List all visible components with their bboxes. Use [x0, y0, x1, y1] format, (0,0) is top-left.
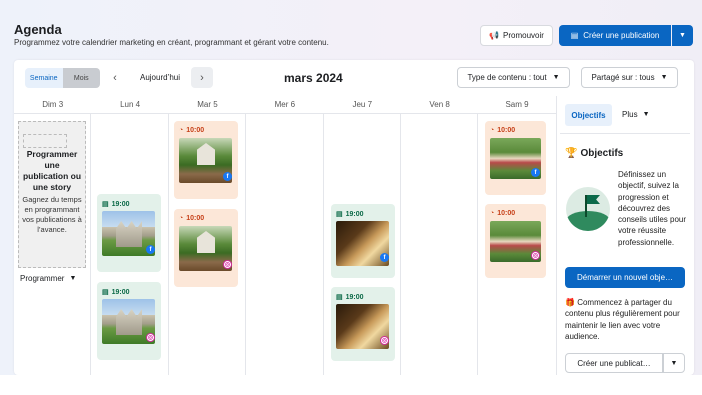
day-headers: Dim 3 Lun 4 Mar 5 Mer 6 Jeu 7 Ven 8 Sam …	[14, 96, 556, 114]
post-card[interactable]: ◔ 10:00 f	[485, 121, 546, 195]
chevron-down-icon: ▼	[69, 275, 77, 282]
clock-icon: ◔	[490, 210, 495, 217]
facebook-icon: f	[380, 253, 389, 262]
tab-more-label: Plus	[622, 110, 638, 119]
post-card[interactable]: ◔ 10:00 f	[174, 121, 238, 199]
month-view-button[interactable]: Mois	[62, 68, 100, 88]
week-view-button[interactable]: Semaine	[25, 68, 63, 88]
chevron-down-icon: ▼	[670, 359, 678, 367]
create-post-label: Créer une publication	[583, 31, 660, 40]
post-time: 19:00	[111, 288, 130, 296]
month-title: mars 2024	[284, 71, 343, 85]
facebook-icon: f	[223, 172, 232, 181]
page-subtitle: Programmez votre calendrier marketing en…	[14, 38, 329, 47]
gift-icon: 🎁	[565, 298, 575, 307]
post-time: 19:00	[345, 293, 364, 301]
divider	[560, 133, 690, 134]
share-tip-text: Commencez à partager du contenu plus rég…	[565, 298, 680, 341]
calendar-icon: ▤	[102, 289, 109, 296]
story-placeholder	[23, 134, 67, 148]
day-header: Sam 9	[505, 100, 529, 109]
clock-icon: ◔	[490, 127, 495, 134]
objectives-description: Définissez un objectif, suivez la progre…	[618, 170, 687, 247]
create-post-dropdown[interactable]: ▼	[672, 25, 693, 46]
trophy-icon: 🏆	[565, 148, 578, 159]
day-header: Mar 5	[197, 100, 218, 109]
instagram-icon: ◎	[380, 336, 389, 345]
chevron-left-icon: ‹	[113, 71, 117, 84]
promote-label: Promouvoir	[503, 31, 544, 40]
chevron-down-icon: ▼	[679, 32, 686, 39]
day-column[interactable]	[401, 114, 479, 375]
post-card[interactable]: ◔ 10:00 ◎	[174, 209, 238, 287]
post-time: 19:00	[111, 200, 130, 208]
create-post-button[interactable]: ▤ Créer une publication	[559, 25, 671, 46]
post-card[interactable]: ▤ 19:00 f	[331, 204, 395, 278]
day-header: Lun 4	[120, 100, 141, 109]
page-title: Agenda	[14, 22, 62, 37]
calendar-icon: ▤	[336, 294, 343, 301]
instagram-icon: ◎	[223, 260, 232, 269]
megaphone-icon: 📢	[489, 31, 500, 40]
post-time: 19:00	[345, 210, 364, 218]
post-time: 10:00	[186, 215, 205, 222]
view-toggle: Semaine Mois	[25, 68, 100, 88]
instagram-icon: ◎	[531, 251, 540, 260]
objectives-heading: 🏆 Objectifs	[565, 148, 623, 159]
story-title: Programmer une publication ou une story	[22, 149, 82, 192]
share-tip: 🎁 Commencez à partager du contenu plus r…	[565, 297, 689, 342]
chevron-down-icon: ▼	[552, 74, 560, 81]
tab-more[interactable]: Plus ▼	[622, 104, 650, 126]
schedule-story-card[interactable]: Programmer une publication ou une story …	[18, 121, 86, 268]
bottom-bar	[0, 375, 702, 395]
post-time: 10:00	[497, 127, 516, 134]
day-header: Jeu 7	[352, 100, 373, 109]
previous-week-button[interactable]: ‹	[106, 67, 124, 88]
calendar-icon: ▤	[102, 201, 109, 208]
post-card[interactable]: ▤ 19:00 ◎	[97, 282, 161, 360]
day-header: Mer 6	[274, 100, 296, 109]
content-type-filter[interactable]: Type de contenu : tout ▼	[457, 67, 570, 88]
shared-on-label: Partagé sur : tous	[591, 73, 655, 82]
post-card[interactable]: ▤ 19:00 f	[97, 194, 161, 272]
post-card[interactable]: ◔ 10:00 ◎	[485, 204, 546, 278]
chevron-down-icon: ▼	[660, 74, 668, 81]
story-description: Gagnez du temps en programmant vos publi…	[22, 195, 82, 234]
objectives-heading-label: Objectifs	[580, 148, 624, 159]
content-type-label: Type de contenu : tout	[467, 73, 547, 82]
post-card[interactable]: ▤ 19:00 ◎	[331, 287, 395, 361]
clock-icon: ◔	[179, 127, 184, 134]
post-icon: ▤	[570, 31, 579, 40]
create-post-sidebar-button[interactable]: Créer une publicat…	[565, 353, 663, 373]
create-post-sidebar-dropdown[interactable]: ▼	[663, 353, 685, 373]
schedule-label: Programmer	[20, 274, 65, 283]
post-time: 10:00	[497, 210, 516, 217]
day-column[interactable]	[246, 114, 324, 375]
next-week-button[interactable]: ›	[191, 67, 213, 88]
start-objective-button[interactable]: Démarrer un nouvel obje…	[565, 267, 685, 288]
today-button[interactable]: Aujourd’hui	[132, 67, 188, 88]
facebook-icon: f	[146, 245, 155, 254]
chevron-down-icon: ▼	[642, 111, 650, 118]
clock-icon: ◔	[179, 215, 184, 222]
chevron-right-icon: ›	[200, 71, 204, 84]
facebook-icon: f	[531, 168, 540, 177]
shared-on-filter[interactable]: Partagé sur : tous ▼	[581, 67, 678, 88]
day-columns	[14, 114, 556, 375]
flag-illustration	[566, 187, 610, 231]
day-header: Ven 8	[429, 100, 450, 109]
schedule-dropdown[interactable]: Programmer ▼	[20, 274, 76, 283]
promote-button[interactable]: 📢 Promouvoir	[480, 25, 553, 46]
day-header: Dim 3	[42, 100, 64, 109]
tab-objectives[interactable]: Objectifs	[565, 104, 612, 126]
instagram-icon: ◎	[146, 333, 155, 342]
post-time: 10:00	[186, 127, 205, 134]
calendar-icon: ▤	[336, 211, 343, 218]
